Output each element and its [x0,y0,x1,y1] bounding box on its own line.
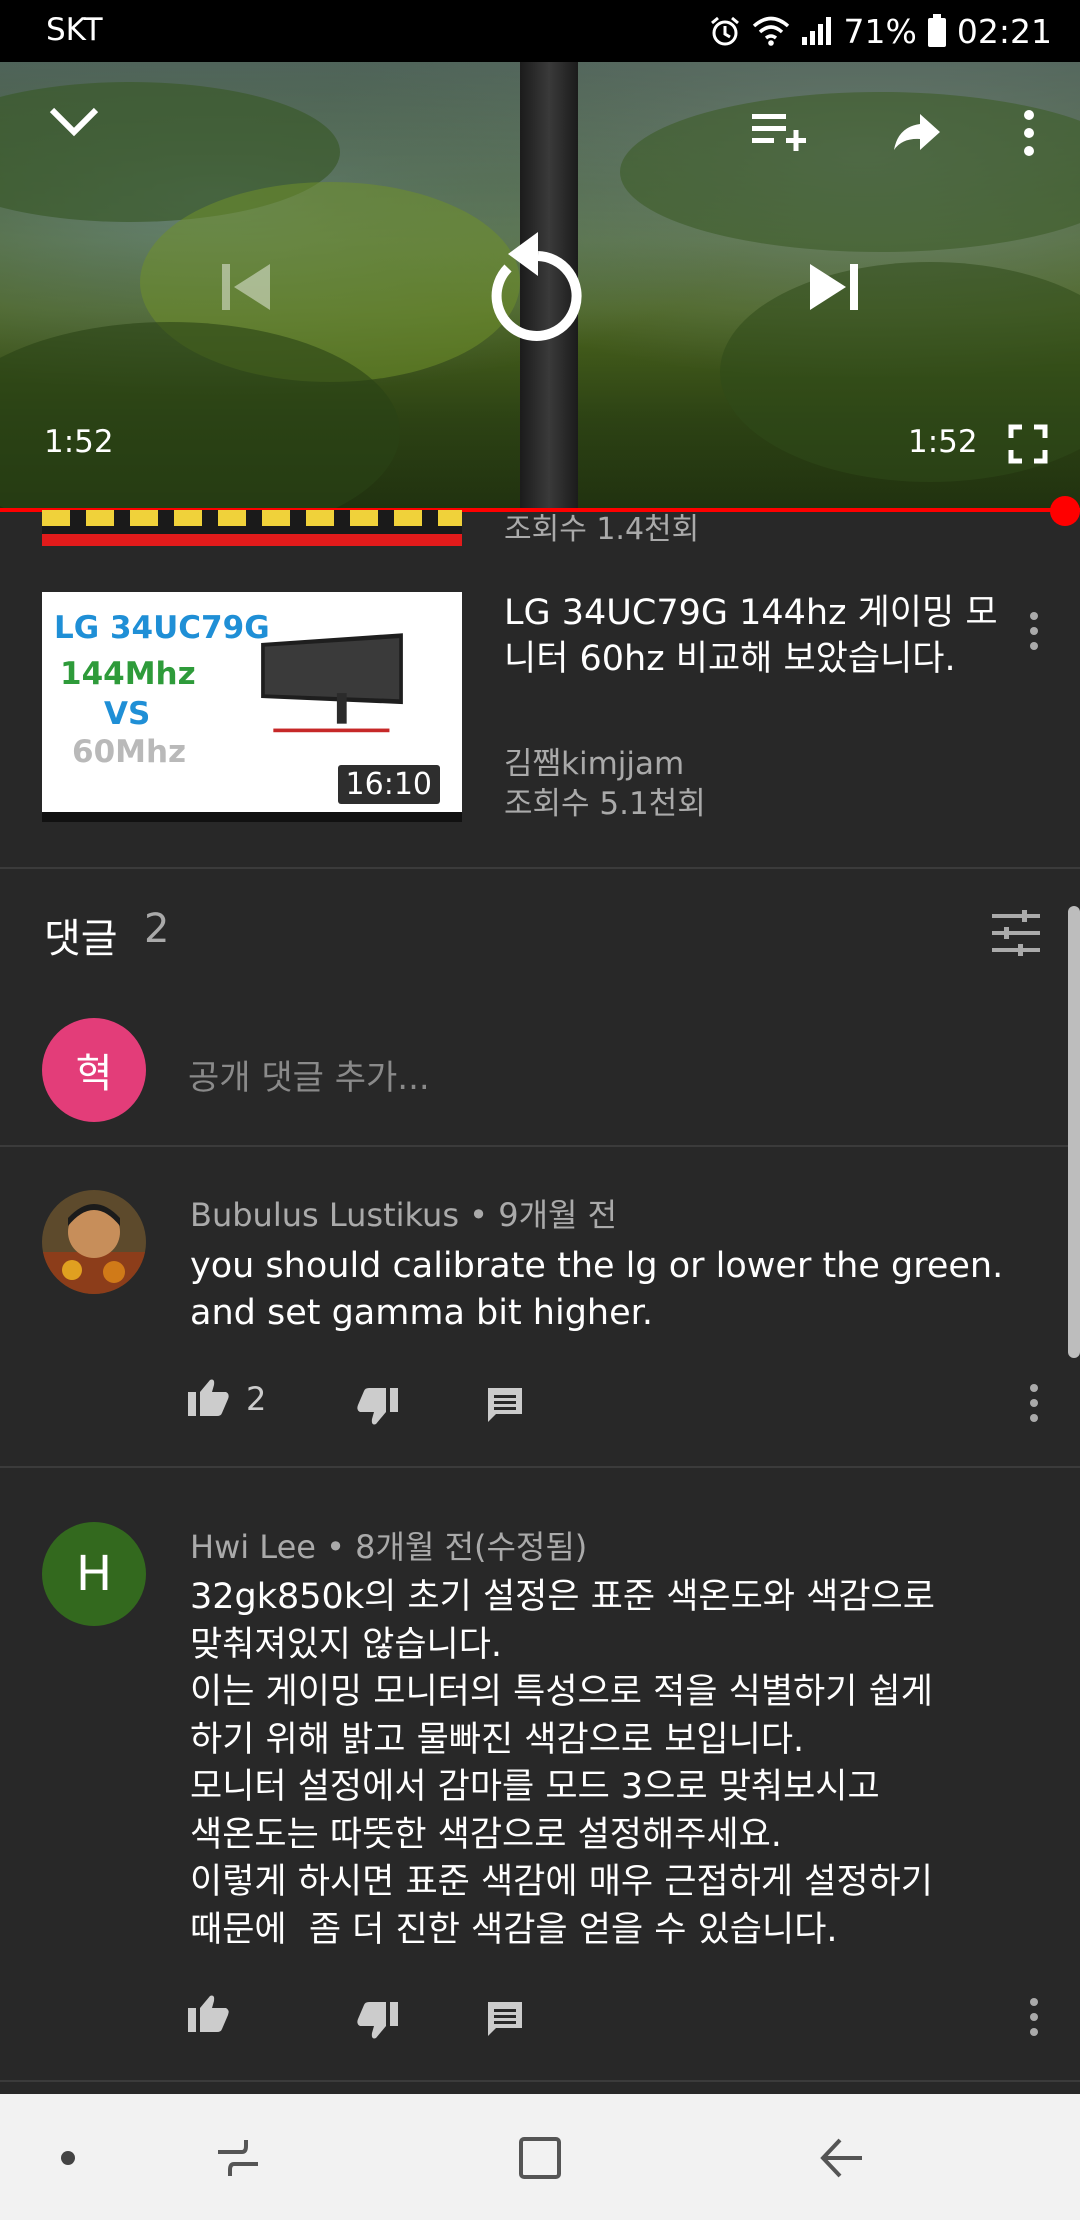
recents-icon[interactable] [216,2138,260,2178]
video-duration: 16:10 [337,765,440,804]
dislike-icon[interactable] [356,1388,398,1426]
comment-divider [0,2080,1080,2082]
related-video-channel[interactable]: 김쨈kimjjam [504,738,684,783]
replay-icon[interactable] [486,226,590,346]
my-avatar: 혁 [42,1018,146,1122]
carrier-label: SKT [46,12,103,48]
more-vert-icon[interactable] [1024,110,1034,163]
commenter-avatar[interactable] [42,1190,146,1294]
related-video-views: 조회수 5.1천회 [504,786,706,822]
clock: 02:21 [956,11,1052,51]
status-icons: 71% 02:21 [708,10,1052,52]
alarm-icon [708,14,742,48]
thumbnail-border [42,812,462,822]
comments-count: 2 [144,906,170,952]
thumb-text-144: 144Mhz [60,656,196,692]
like-count: 2 [246,1380,267,1418]
comment-author-line: Bubulus Lustikus • 9개월 전 [190,1196,618,1234]
section-divider [0,867,1080,869]
collapse-chevron-icon[interactable] [48,106,100,138]
thumb-text-60: 60Mhz [72,734,187,770]
dot-icon[interactable] [60,2150,76,2166]
signal-icon [800,15,834,47]
thumb-text-vs: VS [104,696,151,732]
commenter-avatar[interactable]: H [42,1522,146,1626]
next-icon[interactable] [808,262,858,312]
share-icon[interactable] [892,112,942,152]
comment-divider [0,1145,1080,1147]
comment-author[interactable]: Hwi Lee [190,1528,316,1566]
comment-time: 9개월 전 [498,1196,618,1234]
time-total: 1:52 [908,424,978,460]
comments-title: 댓글 [44,916,118,962]
comment-author-line: Hwi Lee • 8개월 전(수정됨) [190,1528,588,1566]
battery-percent: 71% [843,11,917,51]
previous-video-views: 조회수 1.4천회 [504,512,700,547]
back-icon[interactable] [820,2138,864,2178]
navigation-bar [0,2094,1080,2220]
comment-more-icon[interactable] [1029,1998,1039,2043]
scrollbar[interactable] [1068,906,1080,1358]
comment-text: you should calibrate the lg or lower the… [190,1246,1004,1333]
battery-icon [927,14,947,48]
reply-icon[interactable] [486,2000,524,2038]
previous-video-thumbnail[interactable] [42,510,462,546]
wifi-icon [752,15,790,47]
like-icon[interactable] [188,1378,230,1416]
time-elapsed: 1:52 [44,424,114,460]
add-comment-input[interactable]: 공개 댓글 추가... [188,1050,430,1099]
monitor-image [261,633,403,733]
sort-comments-icon[interactable] [992,910,1040,960]
comment-divider [0,1466,1080,1468]
comment-time: 8개월 전(수정됨) [355,1528,588,1566]
comment-text: 32gk850k의 초기 설정은 표준 색온도와 색감으로 맞춰져있지 않습니다… [190,1577,935,1950]
previous-icon[interactable] [222,262,272,312]
progress-scrubber[interactable] [1050,496,1080,526]
like-icon[interactable] [188,1994,230,2032]
comment-author[interactable]: Bubulus Lustikus [190,1196,459,1234]
fullscreen-icon[interactable] [1008,424,1048,464]
home-icon[interactable] [518,2136,562,2180]
dislike-icon[interactable] [356,2002,398,2040]
related-video-title[interactable]: LG 34UC79G 144hz 게이밍 모니터 60hz 비교해 보았습니다. [504,590,1004,682]
reply-icon[interactable] [486,1386,524,1424]
video-more-icon[interactable] [1029,612,1039,657]
related-video-thumbnail[interactable]: LG 34UC79G 144Mhz VS 60Mhz 16:10 [42,592,462,822]
add-to-queue-icon[interactable] [752,112,808,152]
comment-more-icon[interactable] [1029,1384,1039,1429]
